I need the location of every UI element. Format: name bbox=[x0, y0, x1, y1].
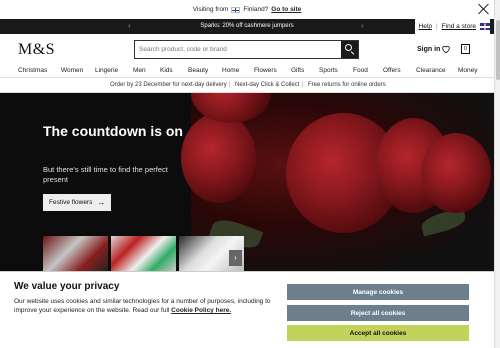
carousel-thumbnail[interactable] bbox=[111, 236, 176, 271]
nav-item-beauty[interactable]: Beauty bbox=[188, 67, 208, 74]
info-separator: | bbox=[229, 82, 231, 88]
nav-item-offers[interactable]: Offers bbox=[383, 67, 401, 74]
nav-item-food[interactable]: Food bbox=[353, 67, 368, 74]
cookie-title: We value your privacy bbox=[14, 281, 120, 292]
sign-in-link[interactable]: Sign in bbox=[417, 46, 440, 53]
promo-bar: ‹ Sparks: 20% off cashmere jumpers › Hel… bbox=[0, 19, 494, 34]
cookie-banner: We value your privacy Our website uses c… bbox=[0, 271, 494, 348]
accept-cookies-button[interactable]: Accept all cookies bbox=[287, 325, 469, 341]
close-icon[interactable] bbox=[478, 3, 490, 15]
reject-cookies-button[interactable]: Reject all cookies bbox=[287, 305, 469, 321]
country-bar: Visiting from Finland? Go to site bbox=[0, 0, 494, 19]
festive-flowers-button[interactable]: Festive flowers → bbox=[43, 194, 111, 211]
scrollbar-thumb[interactable] bbox=[496, 20, 500, 80]
nav-item-flowers[interactable]: Flowers bbox=[254, 67, 277, 74]
nav-item-lingerie[interactable]: Lingerie bbox=[95, 67, 118, 74]
nav-item-kids[interactable]: Kids bbox=[160, 67, 173, 74]
info-free-returns[interactable]: Free returns for online orders bbox=[308, 82, 386, 88]
rose-shape bbox=[421, 133, 491, 213]
promo-next-arrow-icon[interactable]: › bbox=[361, 21, 364, 30]
cookie-body: Our website uses cookies and similar tec… bbox=[14, 297, 280, 315]
info-click-collect[interactable]: Next-day Click & Collect bbox=[235, 82, 299, 88]
heart-icon[interactable] bbox=[441, 44, 451, 54]
festive-flowers-label: Festive flowers bbox=[49, 199, 93, 206]
info-next-day-delivery[interactable]: Order by 23 December for next-day delive… bbox=[110, 82, 227, 88]
nav-item-christmas[interactable]: Christmas bbox=[18, 67, 47, 74]
country-text: Finland? bbox=[243, 6, 269, 13]
bag-count: 0 bbox=[463, 46, 468, 52]
go-to-site-link[interactable]: Go to site bbox=[271, 6, 301, 13]
cookie-policy-link[interactable]: Cookie Policy here. bbox=[171, 307, 231, 314]
manage-cookies-button[interactable]: Manage cookies bbox=[287, 284, 469, 300]
utility-separator: | bbox=[435, 23, 438, 30]
carousel-next-arrow-icon[interactable]: › bbox=[229, 250, 242, 266]
site-header: M&S Sign in 0 bbox=[0, 34, 494, 64]
bag-icon[interactable]: 0 bbox=[461, 44, 470, 54]
nav-item-men[interactable]: Men bbox=[133, 67, 146, 74]
info-separator: | bbox=[302, 82, 304, 88]
search-bar bbox=[134, 40, 359, 59]
search-input[interactable] bbox=[135, 46, 341, 53]
hero-title: The countdown is on bbox=[43, 123, 183, 139]
arrow-right-icon: → bbox=[97, 198, 106, 207]
nav-item-money[interactable]: Money bbox=[458, 67, 478, 74]
search-icon-handle bbox=[350, 51, 355, 55]
ms-logo[interactable]: M&S bbox=[18, 41, 55, 59]
rose-shape bbox=[181, 113, 256, 203]
delivery-info-strip: Order by 23 December for next-day delive… bbox=[0, 78, 494, 93]
nav-item-home[interactable]: Home bbox=[222, 67, 239, 74]
hero-subtitle: But there's still time to find the perfe… bbox=[43, 165, 168, 184]
help-link[interactable]: Help bbox=[419, 23, 432, 30]
page-scrollbar[interactable] bbox=[494, 0, 500, 348]
hero-banner: The countdown is on But there's still ti… bbox=[0, 93, 494, 271]
carousel-thumbnail[interactable] bbox=[43, 236, 108, 271]
visiting-from-text: Visiting from bbox=[192, 6, 229, 13]
nav-item-clearance[interactable]: Clearance bbox=[416, 67, 446, 74]
cookie-body-text: Our website uses cookies and similar tec… bbox=[14, 298, 271, 314]
uk-flag-icon[interactable] bbox=[480, 23, 490, 30]
nav-item-gifts[interactable]: Gifts bbox=[291, 67, 304, 74]
nav-item-sports[interactable]: Sports bbox=[319, 67, 338, 74]
finland-flag-icon bbox=[231, 6, 241, 13]
find-store-link[interactable]: Find a store bbox=[442, 23, 476, 30]
main-nav: Christmas Women Lingerie Men Kids Beauty… bbox=[0, 64, 494, 78]
utility-links: Help | Find a store bbox=[414, 19, 490, 34]
search-button[interactable] bbox=[341, 41, 358, 58]
nav-item-women[interactable]: Women bbox=[61, 67, 83, 74]
